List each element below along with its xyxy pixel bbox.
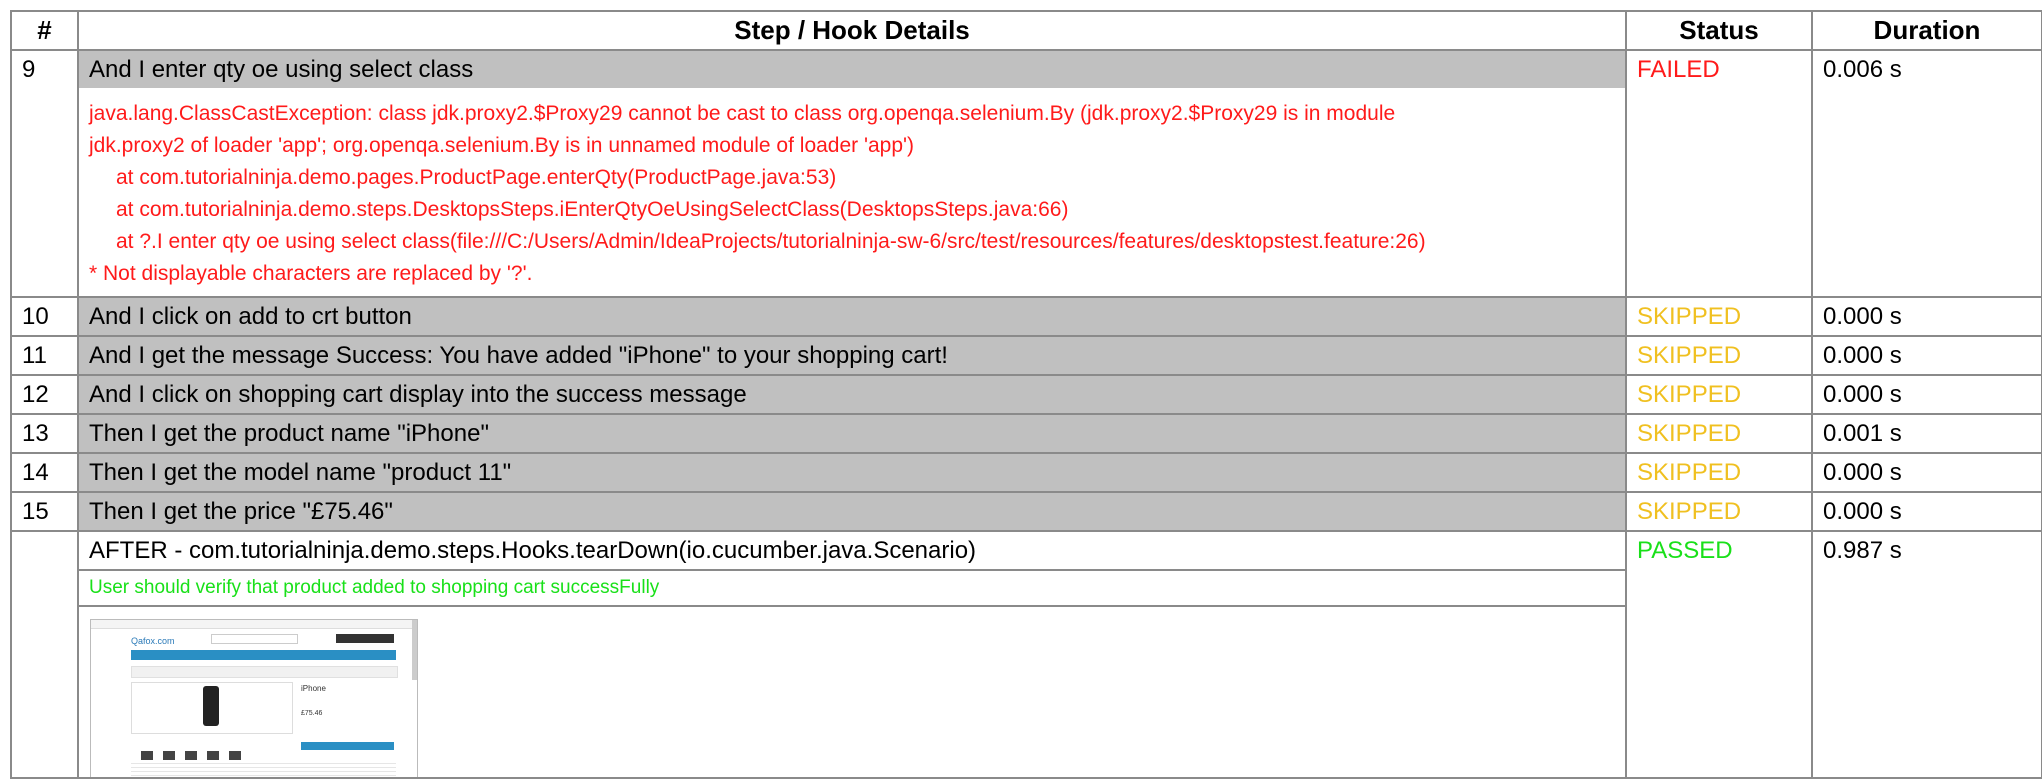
screenshot-image[interactable]: Qafox.com iPhone £75.46 bbox=[90, 619, 418, 777]
row-num: 9 bbox=[10, 49, 79, 298]
duration-value: 0.000 s bbox=[1811, 335, 2042, 376]
screenshot-scrollbar bbox=[412, 620, 417, 680]
duration-value: 0.000 s bbox=[1811, 452, 2042, 493]
header-num: # bbox=[10, 10, 79, 51]
step-cell: And I enter qty oe using select class ja… bbox=[77, 49, 1627, 298]
step-text: And I get the message Success: You have … bbox=[79, 337, 1625, 374]
report-table: # Step / Hook Details Status Duration 9 … bbox=[10, 10, 2042, 779]
step-text: Then I get the product name "iPhone" bbox=[79, 415, 1625, 452]
status-badge: SKIPPED bbox=[1625, 452, 1813, 493]
trace-line: at com.tutorialninja.demo.pages.ProductP… bbox=[116, 166, 837, 189]
screenshot-breadcrumb bbox=[131, 666, 398, 678]
status-badge: SKIPPED bbox=[1625, 374, 1813, 415]
hook-text: AFTER - com.tutorialninja.demo.steps.Hoo… bbox=[79, 532, 1625, 571]
row-num: 14 bbox=[10, 452, 79, 493]
step-text: Then I get the model name "product 11" bbox=[79, 454, 1625, 491]
screenshot-nav bbox=[131, 650, 396, 660]
trace-line: java.lang.ClassCastException: class jdk.… bbox=[89, 102, 1396, 125]
table-row-failed: 9 And I enter qty oe using select class … bbox=[10, 49, 2042, 298]
duration-value: 0.000 s bbox=[1811, 296, 2042, 337]
duration-value: 0.987 s bbox=[1811, 530, 2042, 779]
step-cell: Then I get the price "£75.46" bbox=[77, 491, 1627, 532]
status-badge: FAILED bbox=[1625, 49, 1813, 298]
phone-icon bbox=[203, 686, 219, 726]
row-num bbox=[10, 530, 79, 779]
table-row-hook: AFTER - com.tutorialninja.demo.steps.Hoo… bbox=[10, 530, 2042, 779]
trace-line: at ?.I enter qty oe using select class(f… bbox=[116, 230, 1426, 253]
table-row: 13 Then I get the product name "iPhone" … bbox=[10, 413, 2042, 454]
header-status: Status bbox=[1625, 10, 1813, 51]
duration-value: 0.000 s bbox=[1811, 374, 2042, 415]
hook-message: User should verify that product added to… bbox=[79, 571, 1625, 607]
duration-value: 0.000 s bbox=[1811, 491, 2042, 532]
screenshot-add-button bbox=[301, 742, 394, 750]
screenshot-product-title: iPhone bbox=[301, 684, 326, 693]
error-trace: java.lang.ClassCastException: class jdk.… bbox=[79, 88, 1625, 296]
row-num: 11 bbox=[10, 335, 79, 376]
trace-line: jdk.proxy2 of loader 'app'; org.openqa.s… bbox=[89, 134, 915, 157]
status-badge: PASSED bbox=[1625, 530, 1813, 779]
table-row: 10 And I click on add to crt button SKIP… bbox=[10, 296, 2042, 337]
status-badge: SKIPPED bbox=[1625, 491, 1813, 532]
step-cell: Then I get the product name "iPhone" bbox=[77, 413, 1627, 454]
row-num: 13 bbox=[10, 413, 79, 454]
row-num: 12 bbox=[10, 374, 79, 415]
table-row: 12 And I click on shopping cart display … bbox=[10, 374, 2042, 415]
screenshot-topbar bbox=[91, 620, 417, 629]
step-cell: And I click on shopping cart display int… bbox=[77, 374, 1627, 415]
screenshot-logo: Qafox.com bbox=[131, 636, 175, 646]
screenshot-search bbox=[211, 634, 298, 644]
header-step: Step / Hook Details bbox=[77, 10, 1627, 51]
table-row: 15 Then I get the price "£75.46" SKIPPED… bbox=[10, 491, 2042, 532]
screenshot-price: £75.46 bbox=[301, 710, 323, 717]
header-duration: Duration bbox=[1811, 10, 2042, 51]
step-text: And I click on add to crt button bbox=[79, 298, 1625, 335]
header-row: # Step / Hook Details Status Duration bbox=[10, 10, 2042, 51]
table-row: 11 And I get the message Success: You ha… bbox=[10, 335, 2042, 376]
step-text: And I enter qty oe using select class bbox=[79, 51, 1625, 88]
duration-value: 0.006 s bbox=[1811, 49, 2042, 298]
step-cell: And I click on add to crt button bbox=[77, 296, 1627, 337]
screenshot-thumbnails bbox=[141, 740, 281, 761]
table-row: 14 Then I get the model name "product 11… bbox=[10, 452, 2042, 493]
trace-line: at com.tutorialninja.demo.steps.Desktops… bbox=[116, 198, 1069, 221]
screenshot-description bbox=[131, 760, 396, 777]
step-text: And I click on shopping cart display int… bbox=[79, 376, 1625, 413]
duration-value: 0.001 s bbox=[1811, 413, 2042, 454]
trace-line: * Not displayable characters are replace… bbox=[89, 262, 533, 285]
status-badge: SKIPPED bbox=[1625, 296, 1813, 337]
hook-cell: AFTER - com.tutorialninja.demo.steps.Hoo… bbox=[77, 530, 1627, 779]
step-cell: And I get the message Success: You have … bbox=[77, 335, 1627, 376]
step-text: Then I get the price "£75.46" bbox=[79, 493, 1625, 530]
screenshot-cart-button bbox=[336, 634, 394, 643]
row-num: 15 bbox=[10, 491, 79, 532]
screenshot-container: Qafox.com iPhone £75.46 bbox=[79, 607, 1625, 777]
status-badge: SKIPPED bbox=[1625, 335, 1813, 376]
status-badge: SKIPPED bbox=[1625, 413, 1813, 454]
step-cell: Then I get the model name "product 11" bbox=[77, 452, 1627, 493]
row-num: 10 bbox=[10, 296, 79, 337]
